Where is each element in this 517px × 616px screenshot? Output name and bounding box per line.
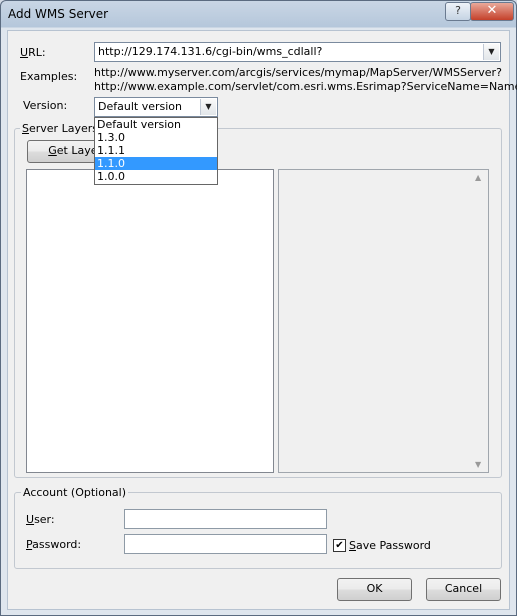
version-option[interactable]: 1.3.0 [95,131,217,144]
version-value: Default version [98,100,182,113]
close-icon: ✕ [486,3,498,18]
version-option[interactable]: 1.0.0 [95,170,217,183]
scroll-down-arrow-icon[interactable]: ▼ [475,460,481,469]
url-label: URL: [20,46,46,59]
ok-button[interactable]: OK [337,578,412,601]
url-dropdown-arrow-icon[interactable]: ▼ [483,44,499,60]
examples-label: Examples: [20,70,78,83]
version-label: Version: [23,99,68,112]
server-layers-label: Server Layers [20,122,100,135]
version-dropdown-list: Default version 1.3.0 1.1.1 1.1.0 1.0.0 [94,117,218,185]
account-label: Account (Optional) [21,486,129,499]
password-label: Password: [26,538,82,551]
description-scrollbar[interactable]: ▲ ▼ [472,170,488,472]
user-input[interactable] [124,509,327,529]
example-url-2: http://www.example.com/servlet/com.esri.… [94,80,517,93]
title-bar: Add WMS Server ? ✕ [1,1,516,27]
url-combobox[interactable]: http://129.174.131.6/cgi-bin/wms_cdlall?… [94,42,501,62]
layer-description-panel: ▲ ▼ [278,169,489,473]
save-password-checkbox[interactable]: ✔ [333,539,346,552]
scroll-up-arrow-icon[interactable]: ▲ [475,173,481,182]
server-layers-tree[interactable] [26,169,274,473]
version-option[interactable]: 1.1.1 [95,144,217,157]
cancel-button[interactable]: Cancel [426,578,501,601]
window-title: Add WMS Server [8,7,109,21]
help-icon: ? [455,4,461,17]
help-button[interactable]: ? [445,2,471,21]
example-url-1: http://www.myserver.com/arcgis/services/… [94,66,502,79]
url-value: http://129.174.131.6/cgi-bin/wms_cdlall? [98,45,323,58]
account-group [14,492,502,569]
version-option-highlighted[interactable]: 1.1.0 [95,157,217,170]
password-input[interactable] [124,534,327,554]
checkmark-icon: ✔ [335,540,344,551]
close-button[interactable]: ✕ [470,2,514,21]
version-option[interactable]: Default version [95,118,217,131]
user-label: User: [26,513,55,526]
version-dropdown-arrow-icon[interactable]: ▼ [200,99,216,115]
save-password-label[interactable]: Save Password [349,539,431,552]
version-combobox[interactable]: Default version ▼ [94,97,218,117]
